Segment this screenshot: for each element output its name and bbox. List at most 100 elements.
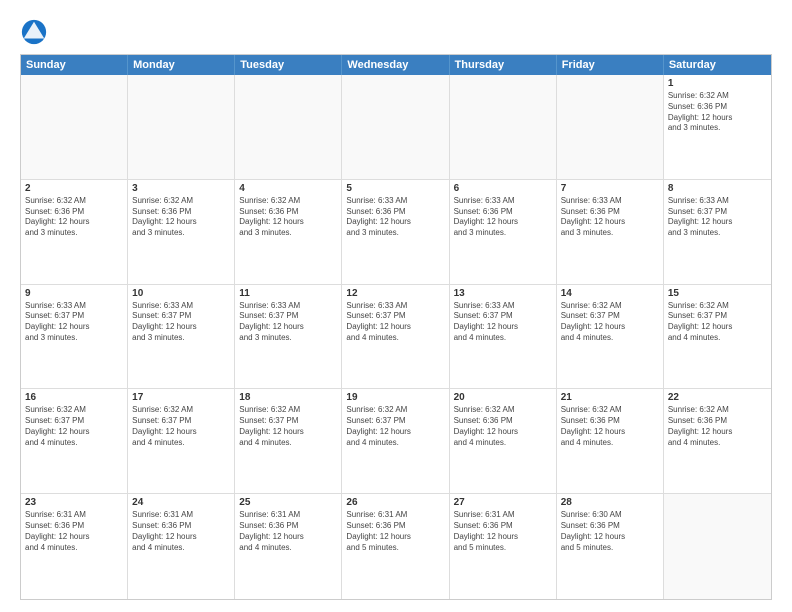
cell-info: Sunrise: 6:32 AM Sunset: 6:37 PM Dayligh…	[239, 405, 337, 448]
cell-info: Sunrise: 6:32 AM Sunset: 6:36 PM Dayligh…	[668, 91, 767, 134]
calendar-week: 16 Sunrise: 6:32 AM Sunset: 6:37 PM Dayli…	[21, 389, 771, 494]
calendar-cell: 27 Sunrise: 6:31 AM Sunset: 6:36 PM Dayli…	[450, 494, 557, 599]
cell-date: 20	[454, 392, 552, 403]
calendar-cell: 2Sunrise: 6:32 AM Sunset: 6:36 PM Daylig…	[21, 180, 128, 284]
cell-date: 17	[132, 392, 230, 403]
calendar-week: 23 Sunrise: 6:31 AM Sunset: 6:36 PM Dayli…	[21, 494, 771, 599]
logo	[20, 18, 52, 46]
header	[20, 18, 772, 46]
day-header: Wednesday	[342, 55, 449, 75]
cell-info: Sunrise: 6:33 AM Sunset: 6:37 PM Dayligh…	[454, 301, 552, 344]
cell-date: 5	[346, 183, 444, 194]
logo-icon	[20, 18, 48, 46]
calendar-cell: 9Sunrise: 6:33 AM Sunset: 6:37 PM Daylig…	[21, 285, 128, 389]
calendar-cell: 14 Sunrise: 6:32 AM Sunset: 6:37 PM Dayli…	[557, 285, 664, 389]
cell-date: 11	[239, 288, 337, 299]
cell-info: Sunrise: 6:32 AM Sunset: 6:37 PM Dayligh…	[668, 301, 767, 344]
day-header: Thursday	[450, 55, 557, 75]
cell-date: 10	[132, 288, 230, 299]
cell-date: 22	[668, 392, 767, 403]
calendar-cell: 17 Sunrise: 6:32 AM Sunset: 6:37 PM Dayli…	[128, 389, 235, 493]
calendar-week: 9 Sunrise: 6:33 AM Sunset: 6:37 PM Daylig…	[21, 285, 771, 390]
cell-date: 4	[239, 183, 337, 194]
cell-date: 28	[561, 497, 659, 508]
day-header: Friday	[557, 55, 664, 75]
cell-date: 23	[25, 497, 123, 508]
cell-info: Sunrise: 6:31 AM Sunset: 6:36 PM Dayligh…	[25, 510, 123, 553]
cell-info: Sunrise: 6:32 AM Sunset: 6:37 PM Dayligh…	[346, 405, 444, 448]
calendar-cell: 10 Sunrise: 6:33 AM Sunset: 6:37 PM Dayli…	[128, 285, 235, 389]
calendar-cell: 26 Sunrise: 6:31 AM Sunset: 6:36 PM Dayli…	[342, 494, 449, 599]
cell-date: 24	[132, 497, 230, 508]
calendar-cell	[450, 75, 557, 179]
calendar-cell	[557, 75, 664, 179]
calendar-cell: 28 Sunrise: 6:30 AM Sunset: 6:36 PM Dayli…	[557, 494, 664, 599]
cell-date: 14	[561, 288, 659, 299]
cell-date: 3	[132, 183, 230, 194]
cell-date: 9	[25, 288, 123, 299]
cell-info: Sunrise: 6:32 AM Sunset: 6:37 PM Dayligh…	[132, 405, 230, 448]
calendar-cell	[342, 75, 449, 179]
calendar-cell: 8Sunrise: 6:33 AM Sunset: 6:37 PM Daylig…	[664, 180, 771, 284]
cell-info: Sunrise: 6:33 AM Sunset: 6:37 PM Dayligh…	[668, 196, 767, 239]
day-header: Sunday	[21, 55, 128, 75]
calendar-week: 2Sunrise: 6:32 AM Sunset: 6:36 PM Daylig…	[21, 180, 771, 285]
calendar-cell: 4Sunrise: 6:32 AM Sunset: 6:36 PM Daylig…	[235, 180, 342, 284]
calendar-cell: 12 Sunrise: 6:33 AM Sunset: 6:37 PM Dayli…	[342, 285, 449, 389]
cell-date: 16	[25, 392, 123, 403]
cell-date: 15	[668, 288, 767, 299]
calendar-cell	[21, 75, 128, 179]
calendar-cell: 11 Sunrise: 6:33 AM Sunset: 6:37 PM Dayli…	[235, 285, 342, 389]
cell-info: Sunrise: 6:31 AM Sunset: 6:36 PM Dayligh…	[132, 510, 230, 553]
page: SundayMondayTuesdayWednesdayThursdayFrid…	[0, 0, 792, 612]
cell-date: 6	[454, 183, 552, 194]
cell-info: Sunrise: 6:31 AM Sunset: 6:36 PM Dayligh…	[346, 510, 444, 553]
day-header: Saturday	[664, 55, 771, 75]
calendar-cell: 19 Sunrise: 6:32 AM Sunset: 6:37 PM Dayli…	[342, 389, 449, 493]
calendar-cell: 13Sunrise: 6:33 AM Sunset: 6:37 PM Dayli…	[450, 285, 557, 389]
cell-date: 18	[239, 392, 337, 403]
cell-info: Sunrise: 6:33 AM Sunset: 6:36 PM Dayligh…	[454, 196, 552, 239]
calendar-cell: 20 Sunrise: 6:32 AM Sunset: 6:36 PM Dayli…	[450, 389, 557, 493]
cell-date: 21	[561, 392, 659, 403]
calendar-cell: 24 Sunrise: 6:31 AM Sunset: 6:36 PM Dayli…	[128, 494, 235, 599]
cell-date: 26	[346, 497, 444, 508]
cell-info: Sunrise: 6:30 AM Sunset: 6:36 PM Dayligh…	[561, 510, 659, 553]
cell-date: 19	[346, 392, 444, 403]
cell-info: Sunrise: 6:32 AM Sunset: 6:37 PM Dayligh…	[561, 301, 659, 344]
calendar-cell: 5Sunrise: 6:33 AM Sunset: 6:36 PM Daylig…	[342, 180, 449, 284]
cell-info: Sunrise: 6:31 AM Sunset: 6:36 PM Dayligh…	[454, 510, 552, 553]
day-header: Monday	[128, 55, 235, 75]
calendar-cell	[664, 494, 771, 599]
cell-info: Sunrise: 6:31 AM Sunset: 6:36 PM Dayligh…	[239, 510, 337, 553]
calendar-week: 1 Sunrise: 6:32 AM Sunset: 6:36 PM Daylig…	[21, 75, 771, 180]
day-headers: SundayMondayTuesdayWednesdayThursdayFrid…	[21, 55, 771, 75]
calendar-cell: 15 Sunrise: 6:32 AM Sunset: 6:37 PM Dayli…	[664, 285, 771, 389]
cell-info: Sunrise: 6:32 AM Sunset: 6:37 PM Dayligh…	[25, 405, 123, 448]
cell-info: Sunrise: 6:32 AM Sunset: 6:36 PM Dayligh…	[668, 405, 767, 448]
calendar-cell: 3Sunrise: 6:32 AM Sunset: 6:36 PM Daylig…	[128, 180, 235, 284]
cell-date: 7	[561, 183, 659, 194]
calendar-cell: 16 Sunrise: 6:32 AM Sunset: 6:37 PM Dayli…	[21, 389, 128, 493]
cell-date: 1	[668, 78, 767, 89]
calendar: SundayMondayTuesdayWednesdayThursdayFrid…	[20, 54, 772, 600]
cell-date: 12	[346, 288, 444, 299]
calendar-body: 1 Sunrise: 6:32 AM Sunset: 6:36 PM Daylig…	[21, 75, 771, 599]
calendar-cell: 18 Sunrise: 6:32 AM Sunset: 6:37 PM Dayli…	[235, 389, 342, 493]
calendar-cell	[128, 75, 235, 179]
calendar-cell: 21 Sunrise: 6:32 AM Sunset: 6:36 PM Dayli…	[557, 389, 664, 493]
calendar-cell: 25Sunrise: 6:31 AM Sunset: 6:36 PM Dayli…	[235, 494, 342, 599]
cell-info: Sunrise: 6:32 AM Sunset: 6:36 PM Dayligh…	[561, 405, 659, 448]
cell-info: Sunrise: 6:33 AM Sunset: 6:37 PM Dayligh…	[239, 301, 337, 344]
day-header: Tuesday	[235, 55, 342, 75]
cell-info: Sunrise: 6:33 AM Sunset: 6:37 PM Dayligh…	[132, 301, 230, 344]
cell-info: Sunrise: 6:32 AM Sunset: 6:36 PM Dayligh…	[454, 405, 552, 448]
calendar-cell: 6 Sunrise: 6:33 AM Sunset: 6:36 PM Daylig…	[450, 180, 557, 284]
cell-date: 2	[25, 183, 123, 194]
cell-info: Sunrise: 6:33 AM Sunset: 6:36 PM Dayligh…	[561, 196, 659, 239]
cell-date: 27	[454, 497, 552, 508]
calendar-cell: 23 Sunrise: 6:31 AM Sunset: 6:36 PM Dayli…	[21, 494, 128, 599]
calendar-cell: 22 Sunrise: 6:32 AM Sunset: 6:36 PM Dayli…	[664, 389, 771, 493]
cell-info: Sunrise: 6:33 AM Sunset: 6:37 PM Dayligh…	[346, 301, 444, 344]
calendar-cell: 7 Sunrise: 6:33 AM Sunset: 6:36 PM Daylig…	[557, 180, 664, 284]
